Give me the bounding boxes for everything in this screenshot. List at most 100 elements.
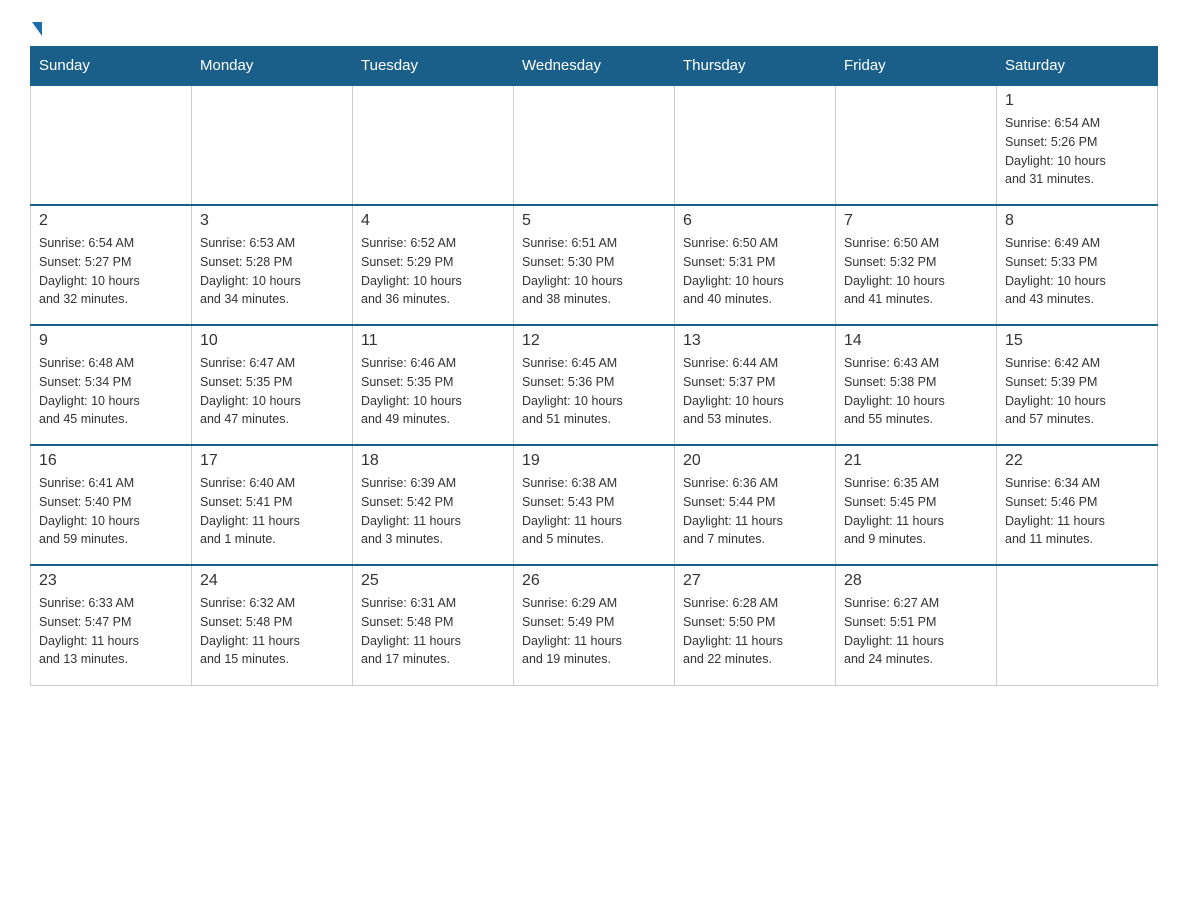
calendar-day-cell [997, 565, 1158, 685]
calendar-day-cell: 19Sunrise: 6:38 AM Sunset: 5:43 PM Dayli… [514, 445, 675, 565]
day-number: 8 [1005, 212, 1149, 230]
calendar-day-cell: 15 Sunrise: 6:42 AM Sunset: 5:39 PM Dayli… [997, 325, 1158, 445]
calendar-day-cell: 21 Sunrise: 6:35 AM Sunset: 5:45 PM Dayli… [836, 445, 997, 565]
calendar-day-cell [31, 85, 192, 205]
calendar-day-cell: 27 Sunrise: 6:28 AM Sunset: 5:50 PM Dayli… [675, 565, 836, 685]
day-number: 16 [39, 452, 183, 470]
calendar-week-row: 23Sunrise: 6:33 AM Sunset: 5:47 PM Dayli… [31, 565, 1158, 685]
calendar-day-cell: 14 Sunrise: 6:43 AM Sunset: 5:38 PM Dayli… [836, 325, 997, 445]
day-number: 26 [522, 572, 666, 590]
day-info: Sunrise: 6:36 AM Sunset: 5:44 PM Dayligh… [683, 474, 827, 549]
calendar-day-cell: 10 Sunrise: 6:47 AM Sunset: 5:35 PM Dayli… [192, 325, 353, 445]
day-info: Sunrise: 6:29 AM Sunset: 5:49 PM Dayligh… [522, 594, 666, 669]
day-info: Sunrise: 6:51 AM Sunset: 5:30 PM Dayligh… [522, 234, 666, 309]
day-number: 3 [200, 212, 344, 230]
calendar-day-cell: 20 Sunrise: 6:36 AM Sunset: 5:44 PM Dayli… [675, 445, 836, 565]
day-number: 25 [361, 572, 505, 590]
calendar-week-row: 2 Sunrise: 6:54 AM Sunset: 5:27 PM Daylig… [31, 205, 1158, 325]
day-info: Sunrise: 6:50 AM Sunset: 5:32 PM Dayligh… [844, 234, 988, 309]
day-info: Sunrise: 6:31 AM Sunset: 5:48 PM Dayligh… [361, 594, 505, 669]
calendar-day-cell: 11 Sunrise: 6:46 AM Sunset: 5:35 PM Dayli… [353, 325, 514, 445]
calendar-day-cell [675, 85, 836, 205]
calendar-day-cell [514, 85, 675, 205]
calendar-day-cell [192, 85, 353, 205]
calendar-day-cell: 18 Sunrise: 6:39 AM Sunset: 5:42 PM Dayli… [353, 445, 514, 565]
calendar-day-cell [836, 85, 997, 205]
day-number: 15 [1005, 332, 1149, 350]
day-info: Sunrise: 6:49 AM Sunset: 5:33 PM Dayligh… [1005, 234, 1149, 309]
logo-arrow-icon [32, 22, 42, 36]
day-number: 19 [522, 452, 666, 470]
day-number: 11 [361, 332, 505, 350]
day-info: Sunrise: 6:48 AM Sunset: 5:34 PM Dayligh… [39, 354, 183, 429]
day-info: Sunrise: 6:52 AM Sunset: 5:29 PM Dayligh… [361, 234, 505, 309]
day-info: Sunrise: 6:39 AM Sunset: 5:42 PM Dayligh… [361, 474, 505, 549]
calendar-table: SundayMondayTuesdayWednesdayThursdayFrid… [30, 46, 1158, 686]
calendar-day-cell: 12Sunrise: 6:45 AM Sunset: 5:36 PM Dayli… [514, 325, 675, 445]
day-of-week-header: Tuesday [353, 47, 514, 86]
calendar-day-cell: 25 Sunrise: 6:31 AM Sunset: 5:48 PM Dayli… [353, 565, 514, 685]
calendar-week-row: 16 Sunrise: 6:41 AM Sunset: 5:40 PM Dayli… [31, 445, 1158, 565]
day-of-week-header: Wednesday [514, 47, 675, 86]
calendar-day-cell: 8 Sunrise: 6:49 AM Sunset: 5:33 PM Daylig… [997, 205, 1158, 325]
calendar-week-row: 9 Sunrise: 6:48 AM Sunset: 5:34 PM Daylig… [31, 325, 1158, 445]
calendar-day-cell [353, 85, 514, 205]
page-header [30, 20, 1158, 36]
day-info: Sunrise: 6:28 AM Sunset: 5:50 PM Dayligh… [683, 594, 827, 669]
day-info: Sunrise: 6:47 AM Sunset: 5:35 PM Dayligh… [200, 354, 344, 429]
day-info: Sunrise: 6:27 AM Sunset: 5:51 PM Dayligh… [844, 594, 988, 669]
day-of-week-header: Thursday [675, 47, 836, 86]
day-number: 21 [844, 452, 988, 470]
day-number: 10 [200, 332, 344, 350]
day-info: Sunrise: 6:41 AM Sunset: 5:40 PM Dayligh… [39, 474, 183, 549]
day-info: Sunrise: 6:44 AM Sunset: 5:37 PM Dayligh… [683, 354, 827, 429]
day-of-week-header: Sunday [31, 47, 192, 86]
day-info: Sunrise: 6:32 AM Sunset: 5:48 PM Dayligh… [200, 594, 344, 669]
calendar-header-row: SundayMondayTuesdayWednesdayThursdayFrid… [31, 47, 1158, 86]
calendar-day-cell: 9 Sunrise: 6:48 AM Sunset: 5:34 PM Daylig… [31, 325, 192, 445]
calendar-day-cell: 7 Sunrise: 6:50 AM Sunset: 5:32 PM Daylig… [836, 205, 997, 325]
day-number: 24 [200, 572, 344, 590]
day-number: 13 [683, 332, 827, 350]
day-info: Sunrise: 6:45 AM Sunset: 5:36 PM Dayligh… [522, 354, 666, 429]
calendar-day-cell: 17 Sunrise: 6:40 AM Sunset: 5:41 PM Dayli… [192, 445, 353, 565]
calendar-day-cell: 4Sunrise: 6:52 AM Sunset: 5:29 PM Daylig… [353, 205, 514, 325]
day-number: 23 [39, 572, 183, 590]
calendar-day-cell: 16 Sunrise: 6:41 AM Sunset: 5:40 PM Dayli… [31, 445, 192, 565]
calendar-day-cell: 28 Sunrise: 6:27 AM Sunset: 5:51 PM Dayli… [836, 565, 997, 685]
calendar-day-cell: 24 Sunrise: 6:32 AM Sunset: 5:48 PM Dayli… [192, 565, 353, 685]
day-number: 2 [39, 212, 183, 230]
logo [30, 20, 42, 36]
day-number: 9 [39, 332, 183, 350]
calendar-day-cell: 3 Sunrise: 6:53 AM Sunset: 5:28 PM Daylig… [192, 205, 353, 325]
calendar-day-cell: 13 Sunrise: 6:44 AM Sunset: 5:37 PM Dayli… [675, 325, 836, 445]
day-info: Sunrise: 6:53 AM Sunset: 5:28 PM Dayligh… [200, 234, 344, 309]
day-number: 18 [361, 452, 505, 470]
day-info: Sunrise: 6:34 AM Sunset: 5:46 PM Dayligh… [1005, 474, 1149, 549]
day-of-week-header: Friday [836, 47, 997, 86]
calendar-day-cell: 26 Sunrise: 6:29 AM Sunset: 5:49 PM Dayli… [514, 565, 675, 685]
day-number: 27 [683, 572, 827, 590]
calendar-week-row: 1 Sunrise: 6:54 AM Sunset: 5:26 PM Daylig… [31, 85, 1158, 205]
day-number: 20 [683, 452, 827, 470]
day-info: Sunrise: 6:50 AM Sunset: 5:31 PM Dayligh… [683, 234, 827, 309]
day-number: 6 [683, 212, 827, 230]
day-info: Sunrise: 6:42 AM Sunset: 5:39 PM Dayligh… [1005, 354, 1149, 429]
day-info: Sunrise: 6:46 AM Sunset: 5:35 PM Dayligh… [361, 354, 505, 429]
day-number: 14 [844, 332, 988, 350]
day-info: Sunrise: 6:40 AM Sunset: 5:41 PM Dayligh… [200, 474, 344, 549]
day-number: 5 [522, 212, 666, 230]
day-number: 1 [1005, 92, 1149, 110]
day-info: Sunrise: 6:43 AM Sunset: 5:38 PM Dayligh… [844, 354, 988, 429]
day-number: 22 [1005, 452, 1149, 470]
calendar-day-cell: 6 Sunrise: 6:50 AM Sunset: 5:31 PM Daylig… [675, 205, 836, 325]
calendar-day-cell: 1 Sunrise: 6:54 AM Sunset: 5:26 PM Daylig… [997, 85, 1158, 205]
day-number: 28 [844, 572, 988, 590]
day-number: 17 [200, 452, 344, 470]
day-info: Sunrise: 6:54 AM Sunset: 5:26 PM Dayligh… [1005, 114, 1149, 189]
day-info: Sunrise: 6:35 AM Sunset: 5:45 PM Dayligh… [844, 474, 988, 549]
day-of-week-header: Monday [192, 47, 353, 86]
calendar-day-cell: 23Sunrise: 6:33 AM Sunset: 5:47 PM Dayli… [31, 565, 192, 685]
day-number: 7 [844, 212, 988, 230]
day-info: Sunrise: 6:54 AM Sunset: 5:27 PM Dayligh… [39, 234, 183, 309]
